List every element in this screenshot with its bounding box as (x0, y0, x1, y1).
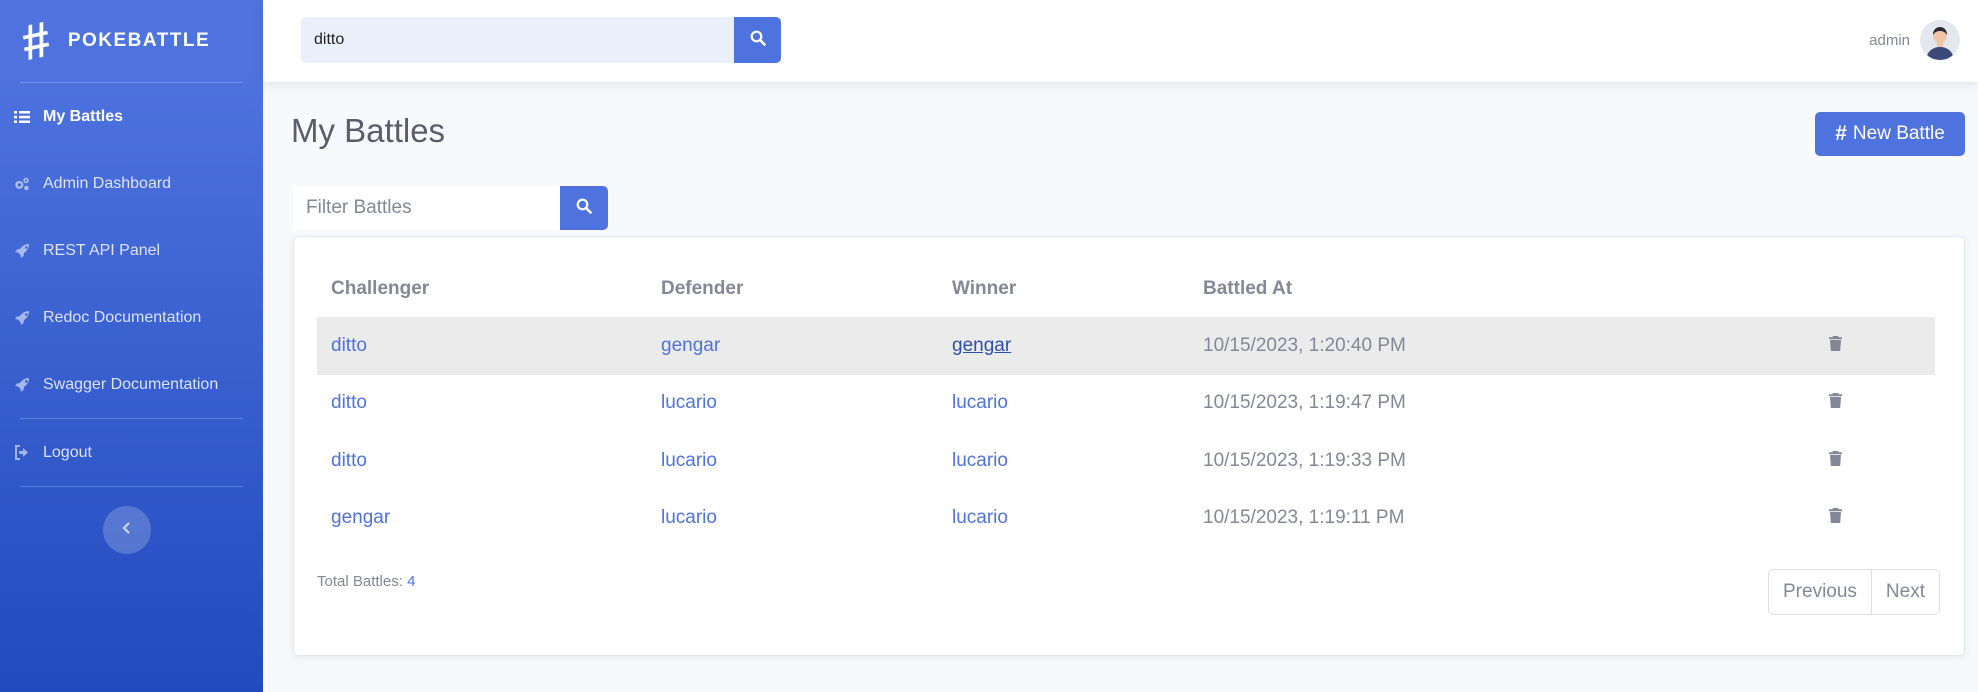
user-menu[interactable]: admin (1869, 20, 1960, 60)
hashtag-icon: # (16, 10, 56, 72)
sidebar-item-label: Logout (43, 443, 92, 461)
hashtag-icon: # (1835, 122, 1847, 145)
brand[interactable]: # POKEBATTLE (0, 0, 263, 82)
filter-battles-input[interactable] (293, 186, 560, 230)
page-title: My Battles (291, 112, 446, 149)
table-row[interactable]: gengar lucario lucario 10/15/2023, 1:19:… (317, 490, 1935, 548)
sidebar-divider (20, 486, 243, 487)
column-header-winner[interactable]: Winner (938, 261, 1189, 317)
rocket-icon (14, 243, 30, 259)
battled-at: 10/15/2023, 1:19:47 PM (1203, 392, 1406, 414)
total-battles-label: Total Battles: (317, 573, 403, 590)
search-input[interactable] (301, 17, 744, 63)
search-icon (576, 198, 592, 219)
filter-search-button[interactable] (560, 186, 608, 230)
sidebar-item-swagger-documentation[interactable]: Swagger Documentation (0, 351, 263, 418)
winner-link[interactable]: lucario (952, 450, 1008, 471)
winner-link[interactable]: lucario (952, 507, 1008, 528)
defender-link[interactable]: lucario (661, 507, 717, 528)
sidebar-item-my-battles[interactable]: My Battles (0, 83, 263, 150)
table-row[interactable]: ditto lucario lucario 10/15/2023, 1:19:4… (317, 375, 1935, 433)
new-battle-label: New Battle (1852, 123, 1945, 144)
challenger-link[interactable]: gengar (331, 507, 390, 528)
sidebar-item-label: Redoc Documentation (43, 308, 202, 326)
total-battles: Total Battles: 4 (317, 573, 415, 590)
defender-link[interactable]: lucario (661, 450, 717, 471)
avatar (1920, 20, 1960, 60)
sidebar-item-label: Admin Dashboard (43, 174, 172, 192)
winner-link[interactable]: lucario (952, 392, 1008, 413)
sidebar-item-admin-dashboard[interactable]: Admin Dashboard (0, 150, 263, 217)
sidebar-toggle-button[interactable] (103, 506, 151, 554)
defender-link[interactable]: lucario (661, 392, 717, 413)
chevron-left-icon (122, 521, 132, 539)
trash-icon[interactable] (1829, 450, 1842, 466)
column-header-challenger[interactable]: Challenger (317, 261, 647, 317)
column-header-battled-at[interactable]: Battled At (1189, 261, 1815, 317)
sidebar: # POKEBATTLE My Battles Admin Dashboard … (0, 0, 263, 692)
search-button[interactable] (734, 17, 781, 63)
rocket-icon (14, 377, 30, 393)
battled-at: 10/15/2023, 1:20:40 PM (1189, 317, 1815, 375)
table-row[interactable]: ditto gengar gengar 10/15/2023, 1:20:40 … (317, 317, 1935, 375)
defender-link[interactable]: gengar (661, 335, 720, 356)
battled-at: 10/15/2023, 1:19:33 PM (1203, 449, 1406, 471)
brand-name: POKEBATTLE (67, 30, 211, 51)
sidebar-item-label: REST API Panel (43, 241, 161, 259)
trash-icon[interactable] (1829, 508, 1842, 524)
trash-icon[interactable] (1829, 393, 1842, 409)
search-icon (750, 30, 766, 51)
winner-link[interactable]: gengar (952, 335, 1011, 356)
table-header-row: Challenger Defender Winner Battled At (317, 261, 1935, 317)
challenger-link[interactable]: ditto (331, 450, 367, 471)
next-page-button[interactable]: Next (1870, 570, 1939, 614)
pagination: Previous Next (1768, 569, 1940, 615)
table-row[interactable]: ditto lucario lucario 10/15/2023, 1:19:3… (317, 432, 1935, 490)
cogs-icon (14, 176, 30, 192)
column-header-defender[interactable]: Defender (647, 261, 938, 317)
battles-table: Challenger Defender Winner Battled At di… (317, 261, 1935, 547)
challenger-link[interactable]: ditto (331, 335, 367, 356)
total-battles-count: 4 (407, 573, 416, 590)
list-icon (14, 109, 30, 125)
battles-card: Challenger Defender Winner Battled At di… (293, 236, 1965, 656)
battled-at: 10/15/2023, 1:19:11 PM (1203, 507, 1405, 529)
sidebar-item-logout[interactable]: Logout (0, 419, 263, 486)
challenger-link[interactable]: ditto (331, 392, 367, 413)
column-header-actions (1815, 261, 1935, 317)
sidebar-item-label: My Battles (43, 107, 124, 125)
topbar: admin (263, 0, 1978, 82)
new-battle-button[interactable]: # New Battle (1815, 112, 1965, 156)
user-name: admin (1869, 31, 1910, 49)
sidebar-item-label: Swagger Documentation (43, 375, 219, 393)
sign-out-icon (14, 445, 30, 461)
sidebar-item-rest-api-panel[interactable]: REST API Panel (0, 217, 263, 284)
trash-icon[interactable] (1829, 335, 1842, 351)
sidebar-item-redoc-documentation[interactable]: Redoc Documentation (0, 284, 263, 351)
previous-page-button[interactable]: Previous (1769, 570, 1871, 614)
rocket-icon (14, 310, 30, 326)
